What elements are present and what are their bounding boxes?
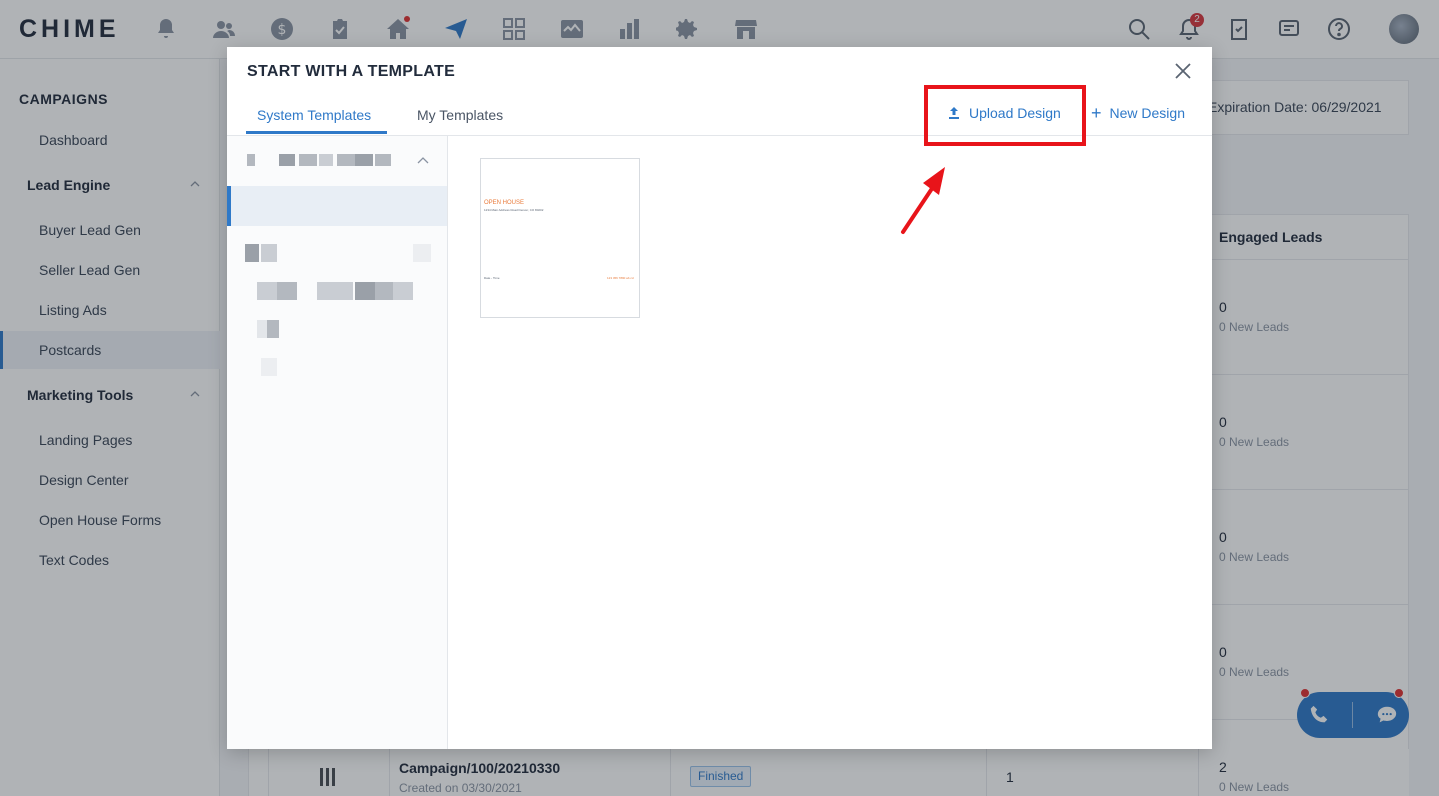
blurred-category-text[interactable] [261, 358, 277, 376]
active-tab-indicator [246, 131, 387, 134]
blurred-category-text[interactable] [257, 320, 267, 338]
blurred-category-text [375, 154, 391, 166]
new-design-label: New Design [1109, 105, 1185, 121]
blurred-category-text [279, 154, 295, 166]
plus-icon: + [1091, 103, 1102, 123]
tab-system-templates[interactable]: System Templates [257, 107, 371, 123]
blurred-category-text [375, 282, 393, 300]
blurred-category-text [355, 282, 375, 300]
blurred-category-text [413, 244, 431, 262]
blurred-category-text [355, 154, 373, 166]
blurred-category-text[interactable] [245, 244, 259, 262]
modal-title: START WITH A TEMPLATE [247, 63, 456, 80]
blurred-category-text [277, 282, 297, 300]
blurred-category-text [317, 282, 353, 300]
blurred-category-text [393, 282, 413, 300]
blurred-category-text [261, 244, 277, 262]
close-icon[interactable] [1173, 61, 1193, 81]
new-design-button[interactable]: + New Design [1091, 103, 1185, 123]
template-thumbnail-footer-right: 123 456 7890 ab cd [607, 276, 634, 280]
blurred-category-text[interactable] [257, 282, 277, 300]
blurred-category-text [267, 320, 279, 338]
chevron-up-icon[interactable] [417, 156, 429, 164]
annotation-arrow-icon [901, 167, 945, 234]
template-thumbnail-footer-left: Date - Time [484, 276, 500, 280]
blurred-category-text[interactable] [247, 154, 255, 166]
blurred-category-text [299, 154, 317, 166]
selected-category-row[interactable] [227, 186, 447, 226]
template-thumbnail-title: OPEN HOUSE [484, 200, 525, 206]
blurred-category-text [319, 154, 333, 166]
template-thumbnail[interactable]: OPEN HOUSE 1234 Main Address Road Denver… [480, 158, 640, 318]
template-thumbnail-address: 1234 Main Address Road Denver, CO 80202 [484, 208, 544, 212]
blurred-category-text [337, 154, 355, 166]
template-category-panel [227, 136, 448, 749]
template-modal: START WITH A TEMPLATE System Templates M… [227, 47, 1212, 749]
tab-my-templates[interactable]: My Templates [417, 107, 503, 123]
annotation-highlight-box [924, 85, 1086, 146]
selected-category-indicator [227, 186, 231, 226]
